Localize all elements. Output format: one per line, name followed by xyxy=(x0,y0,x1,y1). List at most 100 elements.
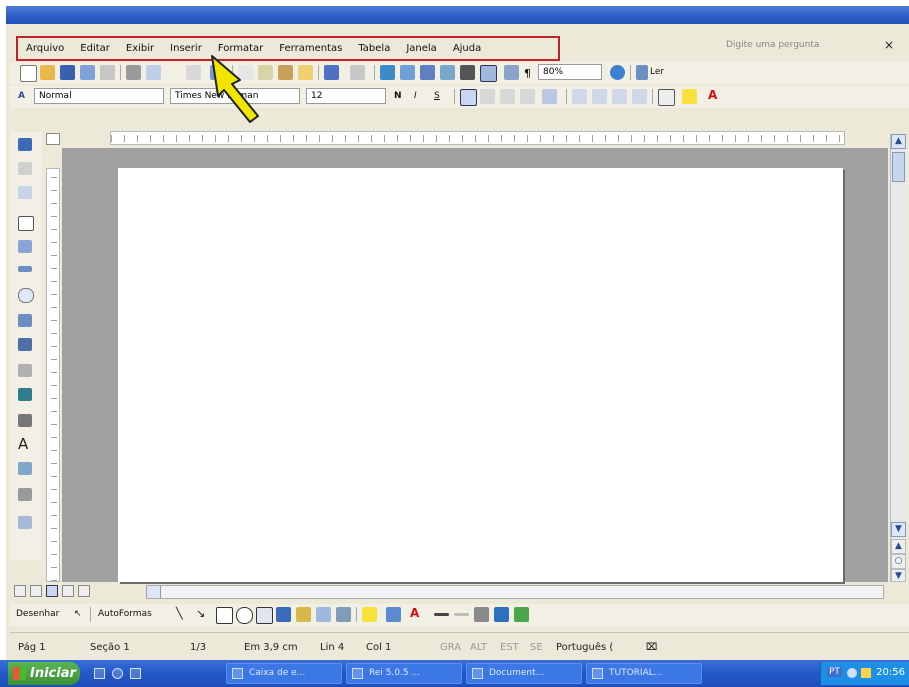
oval-icon[interactable] xyxy=(236,607,253,624)
draw-table-icon[interactable] xyxy=(18,138,32,151)
dash-style-icon[interactable] xyxy=(454,613,469,616)
checkbox-icon[interactable] xyxy=(18,216,34,231)
combo-box-icon[interactable] xyxy=(18,338,32,351)
bold-button[interactable]: N xyxy=(394,91,402,101)
vertical-ruler[interactable] xyxy=(46,168,60,582)
columns-icon[interactable] xyxy=(460,65,475,80)
borders-icon[interactable] xyxy=(658,89,675,106)
internet-explorer-icon[interactable] xyxy=(112,668,123,679)
more-controls-icon[interactable] xyxy=(18,488,32,501)
status-ext[interactable]: EST xyxy=(500,642,519,653)
taskbar-item-tutorial[interactable]: TUTORIAL... xyxy=(586,663,702,684)
previous-page-button[interactable]: ▲ xyxy=(891,539,906,554)
status-trk[interactable]: ALT xyxy=(470,642,487,653)
document-page[interactable] xyxy=(118,168,843,582)
save-icon[interactable] xyxy=(60,65,75,80)
hyperlink-icon[interactable] xyxy=(380,65,395,80)
zoom-select[interactable]: 80% xyxy=(538,64,602,80)
horizontal-scrollbar[interactable] xyxy=(146,585,884,599)
image-control-icon[interactable] xyxy=(18,462,32,475)
read-mode-label[interactable]: Ler xyxy=(650,67,664,77)
scroll-bar-icon[interactable] xyxy=(18,414,32,427)
shadow-style-icon[interactable] xyxy=(494,607,509,622)
clock[interactable]: 20:56 xyxy=(876,667,905,678)
print-preview-icon[interactable] xyxy=(146,65,161,80)
tab-selector[interactable] xyxy=(46,133,60,145)
next-page-button[interactable]: ▼ xyxy=(891,569,906,582)
label-icon[interactable]: A xyxy=(18,437,32,452)
insert-table-icon[interactable] xyxy=(420,65,435,80)
style-select[interactable]: Normal xyxy=(34,88,164,104)
list-box-icon[interactable] xyxy=(18,314,32,327)
bullets-icon[interactable] xyxy=(592,89,607,104)
highlight-icon[interactable] xyxy=(682,89,697,104)
dropdown-field-icon[interactable] xyxy=(18,266,32,272)
text-box-icon[interactable] xyxy=(256,607,273,624)
status-ovr[interactable]: SE xyxy=(530,642,543,653)
clip-art-icon[interactable] xyxy=(316,607,331,622)
fill-color-icon[interactable] xyxy=(362,607,377,622)
scroll-left-button[interactable] xyxy=(147,586,161,598)
justify-icon[interactable] xyxy=(520,89,535,104)
select-browse-object-button[interactable]: ○ xyxy=(891,554,906,569)
show-formatting-icon[interactable]: ¶ xyxy=(524,67,531,80)
italic-button[interactable]: I xyxy=(414,91,417,101)
help-icon[interactable] xyxy=(610,65,625,80)
line-spacing-icon[interactable] xyxy=(542,89,557,104)
wordart-icon[interactable] xyxy=(276,607,291,622)
print-icon[interactable] xyxy=(126,65,141,80)
numbering-icon[interactable] xyxy=(572,89,587,104)
text-field-icon[interactable] xyxy=(18,240,32,253)
vertical-scroll-thumb[interactable] xyxy=(892,152,905,182)
open-folder-icon[interactable] xyxy=(40,65,55,80)
scroll-down-button[interactable]: ▼ xyxy=(891,522,906,537)
rectangle-icon[interactable] xyxy=(216,607,233,624)
spin-button-icon[interactable] xyxy=(18,388,32,401)
read-mode-icon[interactable] xyxy=(636,65,648,80)
line-icon[interactable]: ╲ xyxy=(176,607,183,620)
align-right-icon[interactable] xyxy=(500,89,515,104)
taskbar-item-document[interactable]: Document... xyxy=(466,663,582,684)
arrow-icon[interactable]: ↘ xyxy=(196,607,205,620)
line-color-icon[interactable] xyxy=(386,607,401,622)
underline-button[interactable]: S xyxy=(434,91,440,101)
paste-icon[interactable] xyxy=(278,65,293,80)
language-indicator[interactable]: PT xyxy=(827,667,842,677)
permission-icon[interactable] xyxy=(80,65,95,80)
ask-question-input[interactable]: Digite uma pergunta xyxy=(726,40,876,56)
taskbar-item-rei[interactable]: Rei 5.0.5 ... xyxy=(346,663,462,684)
styles-icon[interactable]: A xyxy=(18,91,25,101)
outline-view-button[interactable] xyxy=(62,585,74,597)
drawing-icon[interactable] xyxy=(480,65,497,82)
insert-excel-icon[interactable] xyxy=(440,65,455,80)
media-player-icon[interactable] xyxy=(130,668,141,679)
select-objects-icon[interactable]: ↖ xyxy=(74,609,82,619)
horizontal-ruler[interactable] xyxy=(110,131,845,145)
network-icon[interactable] xyxy=(847,668,857,678)
tables-borders-icon[interactable] xyxy=(400,65,415,80)
increase-indent-icon[interactable] xyxy=(632,89,647,104)
draw-menu-button[interactable]: Desenhar xyxy=(16,609,59,619)
toggle-button-icon[interactable] xyxy=(18,364,32,377)
font-color-icon[interactable]: A xyxy=(708,88,717,102)
drawing-font-color-icon[interactable]: A xyxy=(410,606,419,620)
autoshapes-menu-button[interactable]: AutoFormas xyxy=(98,609,152,619)
arrow-style-icon[interactable] xyxy=(474,607,489,622)
normal-view-button[interactable] xyxy=(14,585,26,597)
status-language[interactable]: Português ( xyxy=(556,642,613,653)
option-button-icon[interactable] xyxy=(18,288,34,303)
undo-icon[interactable] xyxy=(324,65,339,80)
document-map-icon[interactable] xyxy=(504,65,519,80)
diagram-icon[interactable] xyxy=(296,607,311,622)
form-field-icon[interactable] xyxy=(18,186,32,199)
taskbar-item-mail[interactable]: Caixa de e... xyxy=(226,663,342,684)
start-button[interactable]: Iniciar xyxy=(8,662,80,685)
design-mode-icon[interactable] xyxy=(18,516,32,529)
3d-style-icon[interactable] xyxy=(514,607,529,622)
show-desktop-icon[interactable] xyxy=(94,668,105,679)
insert-frame-icon[interactable] xyxy=(18,162,32,175)
new-document-icon[interactable] xyxy=(20,65,37,82)
security-icon[interactable] xyxy=(861,668,871,678)
line-style-icon[interactable] xyxy=(434,613,449,616)
decrease-indent-icon[interactable] xyxy=(612,89,627,104)
